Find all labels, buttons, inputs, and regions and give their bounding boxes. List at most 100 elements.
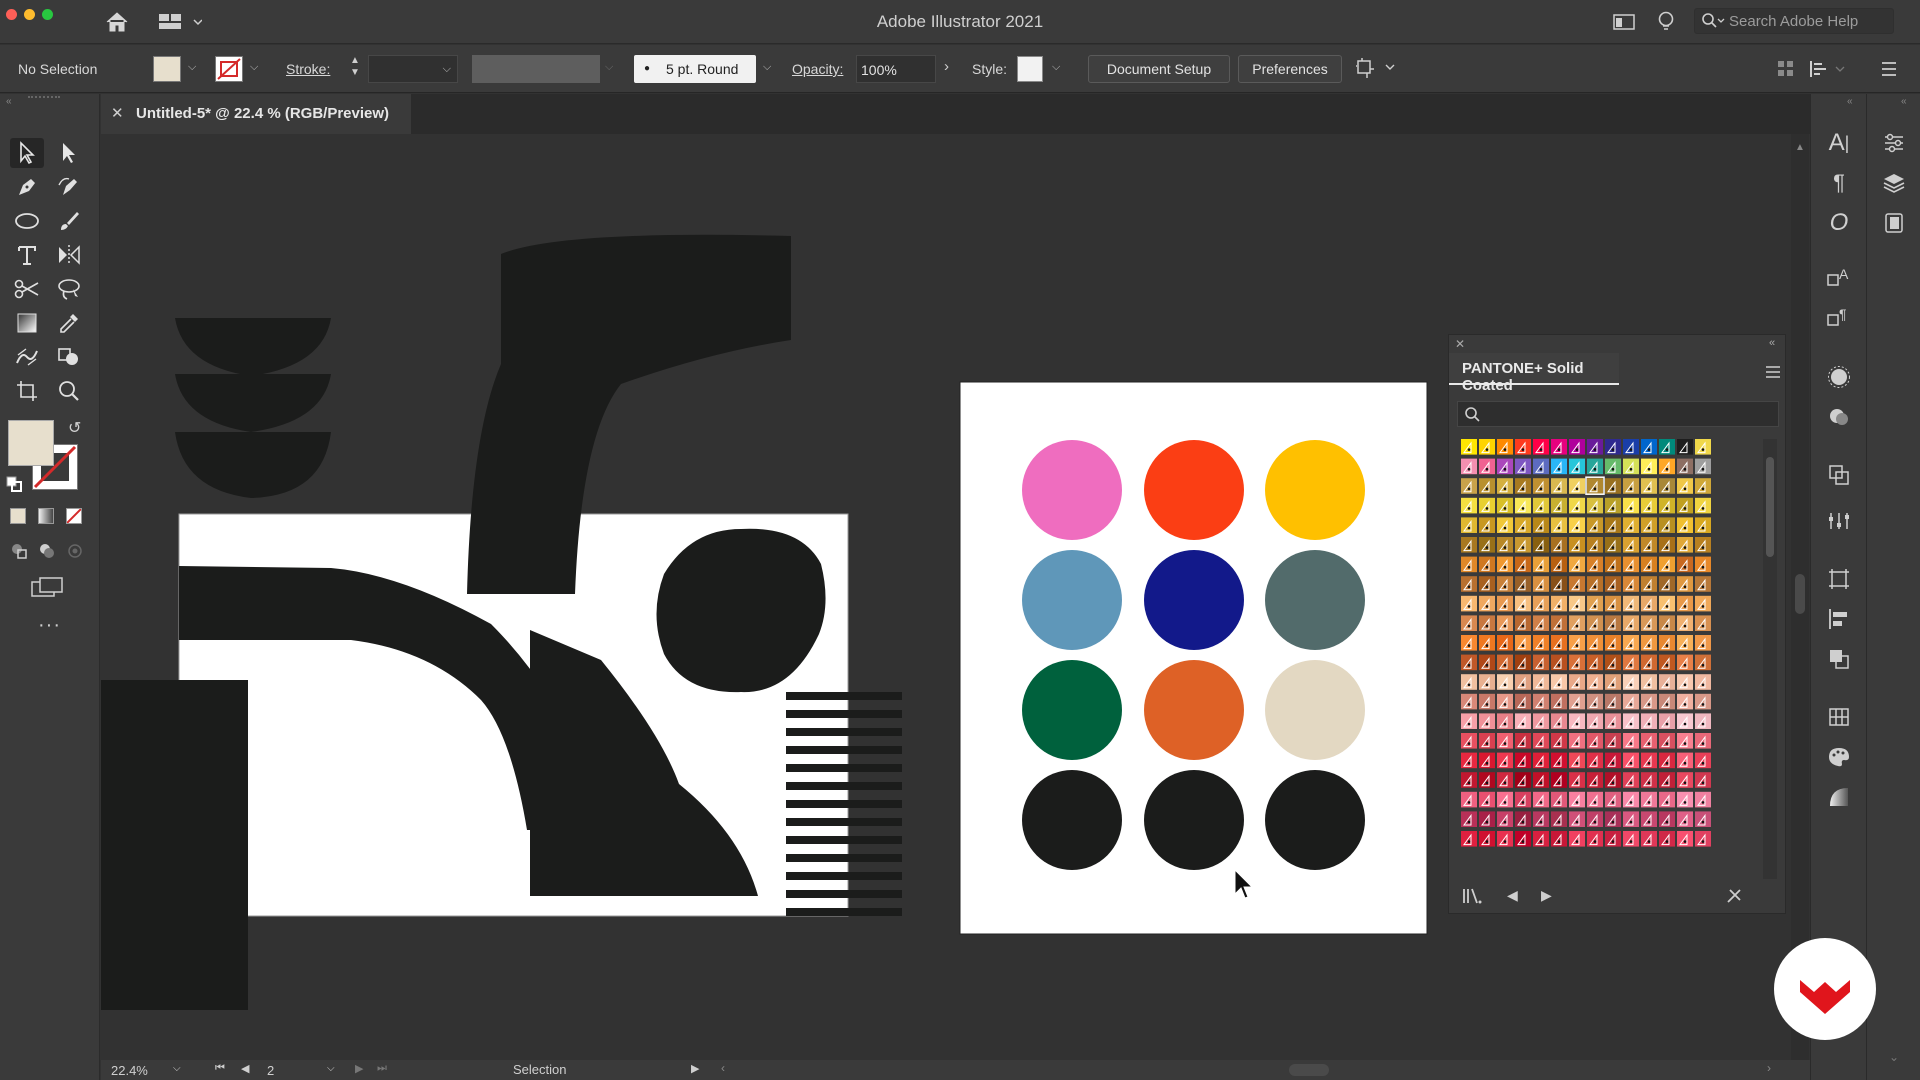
layers-icon[interactable] <box>1879 168 1909 198</box>
panel-tab[interactable]: PANTONE+ Solid Coated <box>1449 353 1619 394</box>
graphic-style-swatch[interactable] <box>1017 56 1043 82</box>
vertical-scroll-thumb[interactable] <box>1795 574 1805 614</box>
search-help-field[interactable]: Search Adobe Help <box>1694 8 1894 34</box>
screen-mode-icon[interactable] <box>30 576 64 603</box>
zoom-tool[interactable] <box>52 376 86 406</box>
palette-circle[interactable] <box>1265 550 1365 650</box>
status-menu-icon[interactable]: ▶ <box>691 1062 699 1075</box>
curvature-tool[interactable] <box>52 172 86 202</box>
opacity-label[interactable]: Opacity: <box>792 61 843 77</box>
close-tab-icon[interactable]: ✕ <box>111 104 124 122</box>
previous-library-icon[interactable]: ◀ <box>1507 887 1518 904</box>
graphic-styles-icon[interactable] <box>1824 402 1854 432</box>
draw-inside-icon[interactable] <box>66 542 84 565</box>
character-styles-icon[interactable]: A <box>1824 262 1854 292</box>
pen-tool[interactable] <box>10 172 44 202</box>
document-setup-button[interactable]: Document Setup <box>1088 55 1230 83</box>
bowl-shape[interactable] <box>175 318 331 376</box>
palette-circle[interactable] <box>1022 660 1122 760</box>
brush-chevron-icon[interactable]: ⌵ <box>763 61 771 74</box>
fill-indicator-front[interactable] <box>8 420 54 466</box>
properties-icon[interactable] <box>1879 128 1909 158</box>
zoom-level-field[interactable]: 22.4% ⌵ <box>109 1061 185 1079</box>
opentype-panel-icon[interactable]: O <box>1824 208 1854 238</box>
swatch-options-icon[interactable] <box>1725 887 1745 910</box>
next-artboard-icon[interactable]: ▶ <box>355 1062 363 1075</box>
swatch-scroll-thumb[interactable] <box>1766 457 1774 557</box>
shape-builder-tool[interactable] <box>52 342 86 372</box>
paragraph-panel-icon[interactable]: ¶ <box>1824 168 1854 198</box>
palette-circle[interactable] <box>1022 440 1122 540</box>
selection-tool[interactable] <box>10 138 44 168</box>
stroke-weight-chevron-icon[interactable]: ⌵ <box>443 63 451 76</box>
direct-selection-tool[interactable] <box>52 138 86 168</box>
libraries-icon[interactable] <box>1879 208 1909 238</box>
palette-circle[interactable] <box>1144 770 1244 870</box>
profile-chevron-icon[interactable]: ⌵ <box>605 61 613 74</box>
swatches-panel-icon[interactable] <box>1824 702 1854 732</box>
align-panel-icon[interactable] <box>1824 604 1854 634</box>
document-tab[interactable]: ✕ Untitled-5* @ 22.4 % (RGB/Preview) <box>101 94 411 134</box>
scroll-up-icon[interactable]: ▲ <box>1795 142 1805 153</box>
character-panel-icon[interactable]: A | <box>1824 128 1854 158</box>
artboard-tool[interactable] <box>10 376 44 406</box>
close-panel-icon[interactable]: ✕ <box>1455 337 1465 351</box>
bowl-shape[interactable] <box>175 432 331 498</box>
opacity-expand-icon[interactable]: › <box>944 58 949 75</box>
pathfinder-panel-icon[interactable] <box>1824 644 1854 674</box>
collapse-dock-icon[interactable]: « <box>1847 96 1853 107</box>
palette-circle[interactable] <box>1265 660 1365 760</box>
collapse-panel-icon[interactable]: « <box>1769 337 1775 349</box>
scissors-tool[interactable] <box>10 274 44 304</box>
opacity-field[interactable]: 100% <box>856 55 936 83</box>
horizontal-scroll-thumb[interactable] <box>1289 1064 1329 1076</box>
scroll-right-icon[interactable]: › <box>1767 1061 1771 1075</box>
appearance-panel-icon[interactable] <box>1824 362 1854 392</box>
puppet-warp-tool[interactable] <box>10 342 44 372</box>
gradient-tool[interactable] <box>10 308 44 338</box>
stroke-weight-stepper[interactable]: ▲ ▼ <box>348 55 362 83</box>
draw-normal-icon[interactable] <box>10 542 28 565</box>
fill-dropdown-chevron-icon[interactable]: ⌵ <box>188 61 196 74</box>
lightbulb-icon[interactable] <box>1656 10 1676 39</box>
brush-definition-dropdown[interactable]: ● 5 pt. Round <box>634 55 756 83</box>
paintbrush-tool[interactable] <box>52 206 86 236</box>
swatch-grid[interactable] <box>1459 437 1755 881</box>
transform-options-icon[interactable] <box>1808 59 1848 82</box>
properties-panel-icon[interactable] <box>1824 506 1854 536</box>
first-artboard-icon[interactable]: ⏮ <box>215 1062 225 1075</box>
collapse-toolbar-icon[interactable]: « <box>6 96 12 107</box>
edit-toolbar-icon[interactable]: ··· <box>38 614 61 637</box>
scroll-left-icon[interactable]: ‹ <box>721 1061 725 1075</box>
default-fill-stroke-icon[interactable] <box>6 476 22 497</box>
stroke-weight-field[interactable]: ⌵ <box>368 55 458 83</box>
stroke-color-swatch[interactable] <box>215 56 243 82</box>
bowl-shape[interactable] <box>175 374 331 432</box>
align-options-icon[interactable] <box>1776 59 1796 82</box>
artboards-panel-icon[interactable] <box>1824 564 1854 594</box>
fill-color-swatch[interactable] <box>153 56 181 82</box>
dock-scroll-down-icon[interactable]: ⌄ <box>1889 1050 1899 1064</box>
dark-block[interactable] <box>101 680 248 1010</box>
palette-circle[interactable] <box>1144 550 1244 650</box>
style-chevron-icon[interactable]: ⌵ <box>1052 61 1060 74</box>
palette-circle[interactable] <box>1265 770 1365 870</box>
none-mode-icon[interactable] <box>66 508 82 524</box>
panel-menu-icon[interactable] <box>1765 365 1781 384</box>
collapse-secondary-dock-icon[interactable]: « <box>1901 96 1907 107</box>
arrange-icon[interactable] <box>1354 57 1396 82</box>
next-library-icon[interactable]: ▶ <box>1541 887 1552 904</box>
preferences-button[interactable]: Preferences <box>1238 55 1342 83</box>
palette-circle[interactable] <box>1265 440 1365 540</box>
toolbar-grip[interactable] <box>28 96 60 98</box>
variable-width-profile[interactable] <box>472 55 600 83</box>
type-tool[interactable] <box>10 240 44 270</box>
artboard-chevron-icon[interactable]: ⌵ <box>327 1063 335 1074</box>
reflect-tool[interactable] <box>52 240 86 270</box>
eyedropper-tool[interactable] <box>52 308 86 338</box>
swap-fill-stroke-icon[interactable]: ↺ <box>68 418 81 438</box>
canvas-vertical-scrollbar[interactable]: ▲ <box>1791 134 1809 1060</box>
lasso-tool[interactable] <box>52 274 86 304</box>
color-mode-icon[interactable] <box>10 508 26 524</box>
previous-artboard-icon[interactable]: ◀ <box>241 1062 249 1075</box>
